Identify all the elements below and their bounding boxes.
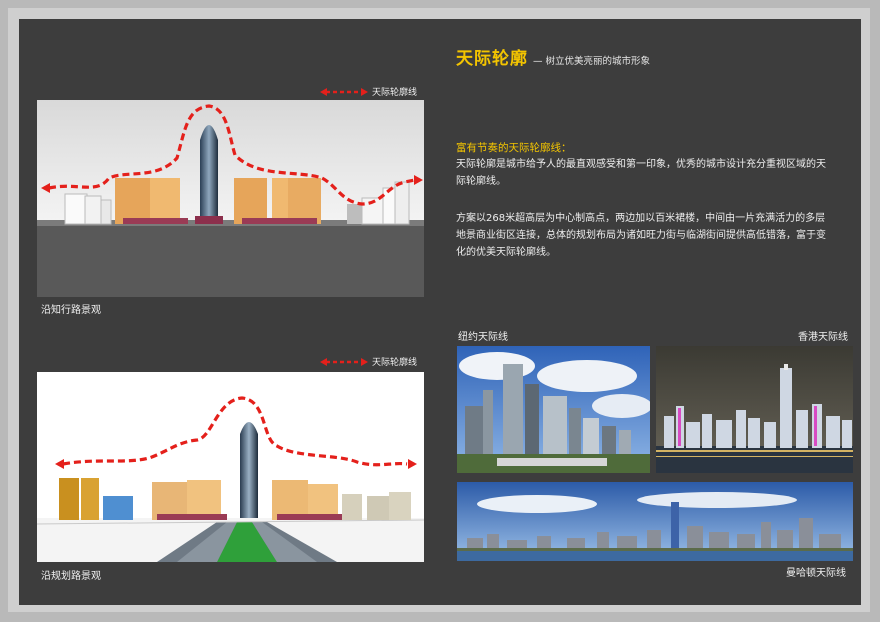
legend-label-top: 天际轮廓线 <box>372 88 418 98</box>
page-subtitle: — 树立优美亮丽的城市形象 <box>533 56 651 67</box>
caption-hong-kong: 香港天际线 <box>798 332 848 343</box>
skyline-diagram-zhixing-road <box>37 100 424 297</box>
intro-paragraph-2: 方案以268米超高层为中心制高点，两边加以百米裙楼，中间由一片充满活力的多层地景… <box>456 213 826 258</box>
section-heading: 富有节奏的天际轮廓线： <box>456 142 572 154</box>
manhattan-skyline-photo <box>457 482 853 561</box>
caption-zhixing-road: 沿知行路景观 <box>41 305 101 316</box>
new-york-skyline-photo <box>457 346 650 473</box>
page-title: 天际轮廓 <box>456 49 528 69</box>
skyline-diagram-planning-road <box>37 372 424 562</box>
legend-label-bottom: 天际轮廓线 <box>372 358 418 368</box>
caption-manhattan: 曼哈顿天际线 <box>786 568 846 579</box>
caption-planning-road: 沿规划路景观 <box>41 571 101 582</box>
caption-new-york: 纽约天际线 <box>458 332 508 343</box>
intro-paragraph-1: 天际轮廓是城市给予人的最直观感受和第一印象，优秀的城市设计充分重视区域的天际轮廓… <box>456 159 826 187</box>
hong-kong-skyline-photo <box>656 346 853 473</box>
